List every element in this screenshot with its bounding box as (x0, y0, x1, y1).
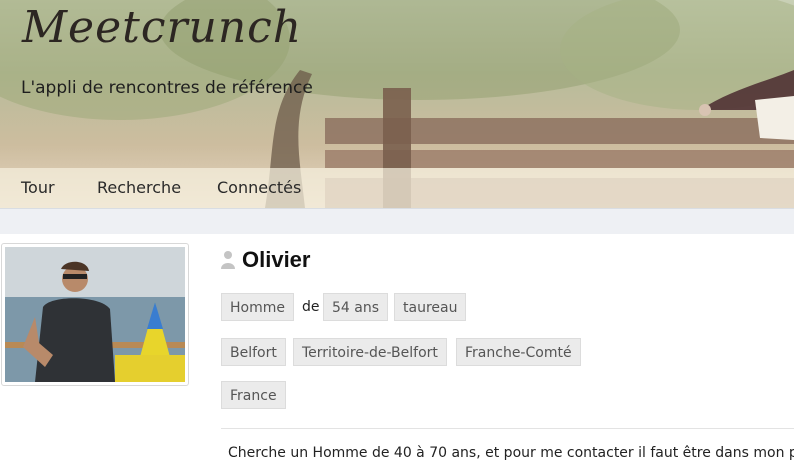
tag-zodiac[interactable]: taureau (394, 293, 467, 321)
separator-strip (0, 208, 794, 234)
brand-logo[interactable]: Meetcrunch (22, 2, 302, 53)
nav-recherche[interactable]: Recherche (97, 178, 181, 197)
tag-age[interactable]: 54 ans (323, 293, 389, 321)
tagline: L'appli de rencontres de référence (21, 78, 313, 98)
nav-connectes[interactable]: Connectés (217, 178, 301, 197)
profile-header: Olivier (220, 247, 310, 273)
user-offline-icon (221, 251, 235, 269)
tag-country[interactable]: France (221, 381, 286, 409)
nav-tour[interactable]: Tour (21, 178, 55, 197)
profile-name: Olivier (242, 247, 311, 272)
tag-city[interactable]: Belfort (221, 338, 286, 366)
profile-description: Cherche un Homme de 40 à 70 ans, et pour… (228, 445, 794, 461)
header-banner: Meetcrunch L'appli de rencontres de réfé… (0, 0, 794, 208)
profile-photo[interactable] (1, 243, 189, 386)
profile-photo-image (5, 247, 185, 382)
main-nav: Tour Recherche Connectés (0, 168, 794, 208)
tag-gender[interactable]: Homme (221, 293, 294, 321)
tag-region[interactable]: Franche-Comté (456, 338, 581, 366)
tag-department[interactable]: Territoire-de-Belfort (293, 338, 447, 366)
divider (221, 428, 794, 429)
connector-text: de (302, 299, 320, 315)
